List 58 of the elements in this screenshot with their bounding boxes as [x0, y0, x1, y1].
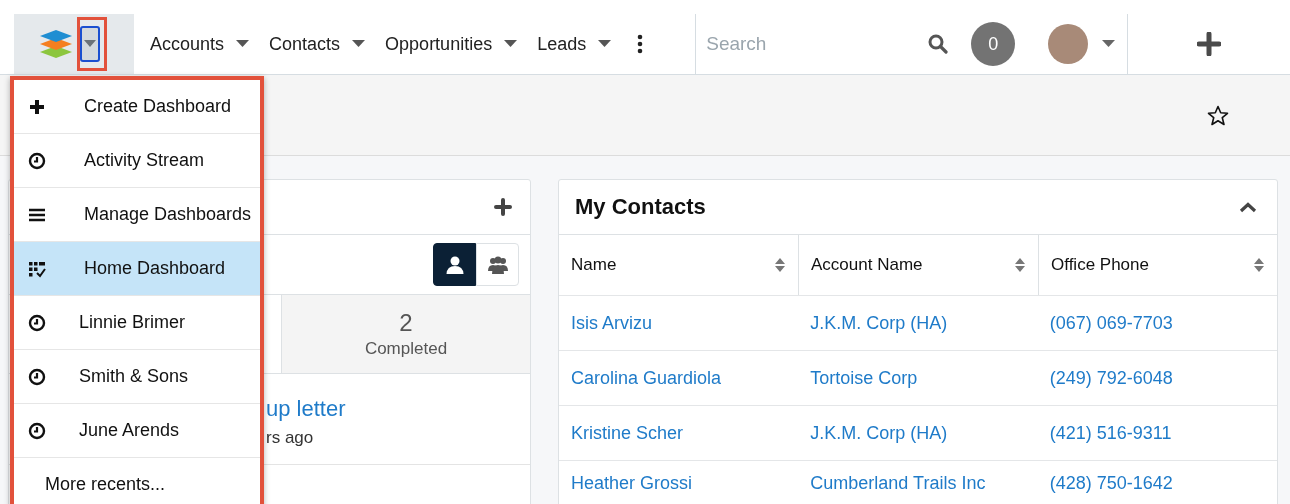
table-link[interactable]: Heather Grossi [571, 473, 693, 494]
column-header[interactable]: Office Phone [1039, 235, 1277, 295]
sort-icon [1253, 257, 1265, 273]
menu-item[interactable]: Create Dashboard [14, 80, 260, 134]
caret-icon [352, 40, 366, 48]
module-tab[interactable]: Opportunities [385, 33, 538, 55]
collapse-chevron-icon[interactable] [1239, 201, 1257, 213]
menu-item[interactable]: Home Dashboard [14, 242, 260, 296]
table-link[interactable]: Cumberland Trails Inc [810, 473, 986, 494]
table-link[interactable]: Tortoise Corp [810, 367, 918, 389]
task-link[interactable]: up letter [266, 396, 530, 422]
dashboard-menu-button[interactable] [80, 26, 100, 62]
column-header[interactable]: Name [559, 235, 799, 295]
plus-icon [28, 97, 46, 116]
menu-item[interactable]: Smith & Sons [14, 350, 260, 404]
module-tab[interactable]: Contacts [269, 33, 386, 55]
star-icon[interactable] [1207, 104, 1229, 126]
highlight-frame [77, 17, 107, 71]
search-icon[interactable] [928, 34, 949, 54]
caret-icon[interactable] [1102, 40, 1116, 48]
avatar-circle[interactable] [1048, 24, 1089, 64]
menu-item[interactable]: Activity Stream [14, 134, 260, 188]
clock-icon [28, 313, 46, 332]
plus-icon[interactable] [1197, 32, 1222, 56]
module-tab[interactable]: Leads [537, 33, 632, 55]
clock-icon [28, 151, 46, 170]
caret-icon [504, 40, 518, 48]
table-link[interactable]: J.K.M. Corp (HA) [810, 312, 948, 334]
visibility-toggle[interactable] [433, 243, 476, 286]
menu-item[interactable]: Linnie Brimer [14, 296, 260, 350]
menu-item[interactable]: June Arends [14, 404, 260, 458]
grid-check-icon [28, 259, 46, 278]
group-icon [487, 254, 508, 275]
clock-icon [28, 367, 46, 386]
time-text: rs ago [266, 428, 315, 448]
user-icon [444, 254, 465, 275]
table-link[interactable]: (249) 792-6048 [1049, 367, 1173, 389]
table-link[interactable]: Isis Arvizu [571, 312, 653, 334]
table-link[interactable]: Carolina Guardiola [571, 367, 722, 389]
caret-icon [84, 40, 96, 48]
clock-icon [28, 421, 46, 440]
more-vertical-icon[interactable] [637, 34, 644, 54]
caret-icon [598, 40, 612, 48]
table-link[interactable]: Kristine Scher [571, 422, 684, 444]
table-link[interactable]: (067) 069-7703 [1049, 312, 1173, 334]
dashlet-title: My Contacts [575, 194, 706, 220]
table-link[interactable]: (421) 516-9311 [1049, 422, 1172, 444]
caret-icon [236, 40, 250, 48]
table-link[interactable]: J.K.M. Corp (HA) [810, 422, 948, 444]
module-tab[interactable]: Accounts [150, 33, 270, 55]
column-header[interactable]: Account Name [799, 235, 1039, 295]
sort-icon [774, 257, 786, 273]
plus-icon[interactable] [494, 198, 512, 216]
notification-count[interactable]: 0 [971, 22, 1016, 66]
menu-item[interactable]: More recents... [14, 458, 260, 504]
status-tab[interactable]: 2 Completed [282, 295, 530, 373]
table-link[interactable]: (428) 750-1642 [1049, 473, 1173, 494]
sort-icon [1014, 257, 1026, 273]
